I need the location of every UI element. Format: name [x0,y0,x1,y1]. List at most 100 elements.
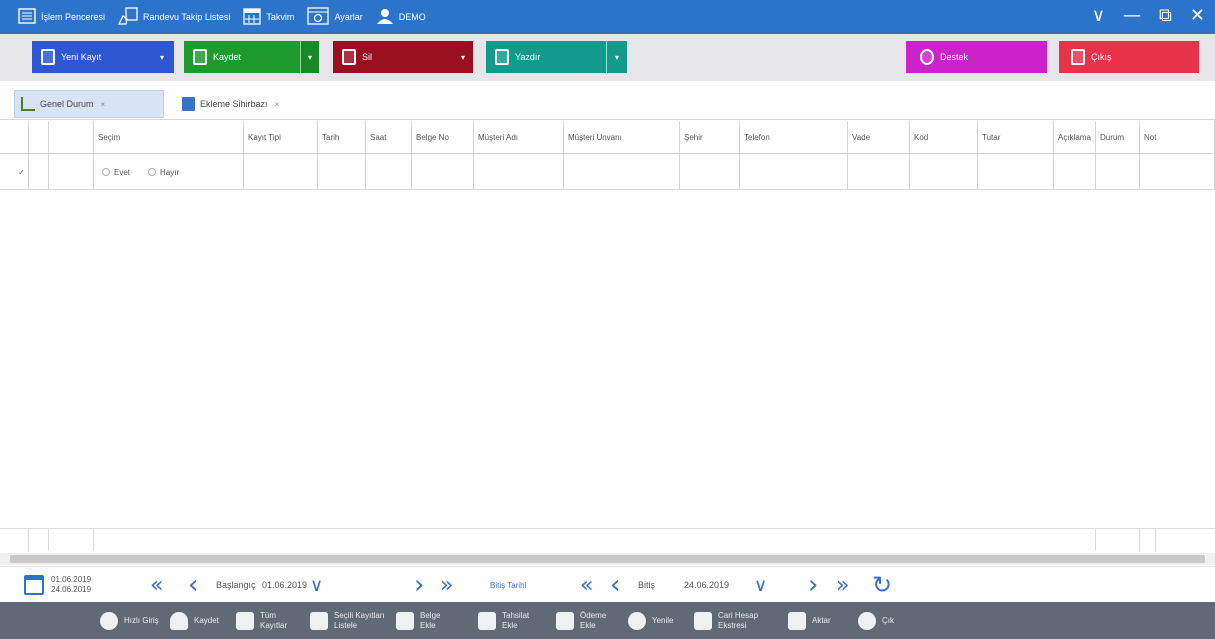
tab-genel-durum[interactable]: Genel Durum × [14,90,164,118]
column-header[interactable]: Seçim [94,121,244,154]
grid-cell[interactable] [564,154,680,190]
grid-cell[interactable] [680,154,740,190]
scrollbar-thumb[interactable] [10,555,1205,563]
date-range-text: 01.06.2019 24.06.2019 [51,575,91,595]
column-header[interactable]: Müşteri Unvanı [564,121,680,154]
bottom-action-transfer[interactable]: Aktar [788,602,831,639]
column-header[interactable]: Vade [848,121,910,154]
top-menu: İşlem Penceresi Randevu Takip Listesi Ta… [0,0,439,34]
chevron-down-icon[interactable]: ▾ [606,41,627,73]
bottom-action-quick-entry[interactable]: Hızlı Giriş [100,602,159,639]
print-button[interactable]: Yazdır ▾ [486,41,627,73]
close-icon[interactable]: ✕ [1190,5,1205,27]
clipboard-icon [478,611,496,630]
end-date-field[interactable]: 24.06.2019 [684,567,729,603]
grid-cell[interactable] [412,154,474,190]
refresh-icon[interactable]: ↻ [872,567,892,603]
add-document-icon [182,97,195,111]
menu-ayarlar[interactable]: Ayarlar [307,7,363,27]
bottom-action-list-selected[interactable]: Seçili Kayıtları Listele [310,602,385,639]
column-header[interactable]: Tutar [978,121,1054,154]
horizontal-scrollbar[interactable] [0,553,1215,565]
last-page-button[interactable]: » [440,567,453,603]
column-header[interactable]: Açıklama [1054,121,1096,154]
last-page-button[interactable]: » [836,567,849,603]
column-header[interactable]: Durum [1096,121,1140,154]
chevron-down-icon[interactable]: ▾ [300,41,319,73]
bottom-action-add-payment[interactable]: Ödeme Ekle [556,602,606,639]
column-header[interactable]: Belge No [412,121,474,154]
grid-cell[interactable] [1096,154,1140,190]
prev-button[interactable]: ‹ [610,567,620,603]
bottom-action-text: Cari Hesap Ekstresi [718,611,758,631]
tab-ekleme-sihirbazi[interactable]: Ekleme Sihirbazı × [176,90,331,118]
menu-user[interactable]: DEMO [376,8,426,26]
column-header[interactable]: Tarih [318,121,366,154]
column-header[interactable]: Müşteri Adı [474,121,564,154]
prev-button[interactable]: ‹ [188,567,198,603]
user-document-icon [694,611,712,630]
next-button[interactable]: › [808,567,818,603]
bottom-action-add-collection[interactable]: Tahsilat Ekle [478,602,529,639]
export-icon [193,49,207,65]
gears-icon [236,611,254,630]
bottom-action-save[interactable]: Kaydet [170,602,219,639]
grid-cell[interactable] [366,154,412,190]
close-tab-icon[interactable]: × [275,100,280,109]
radio-button[interactable] [148,168,157,176]
grid-cell[interactable] [740,154,848,190]
calendar-icon [243,7,262,27]
column-header[interactable]: Şehir [680,121,740,154]
title-bar: İşlem Penceresi Randevu Takip Listesi Ta… [0,0,1215,34]
chevron-down-icon[interactable]: ∨ [1092,5,1105,27]
row-select-cell[interactable] [29,154,49,190]
chevron-down-icon[interactable]: ∨ [754,567,767,603]
action-label-2: Ekle [420,620,436,630]
bottom-action-refresh[interactable]: Yenile [628,602,674,639]
close-tab-icon[interactable]: × [101,100,106,109]
grid-cell[interactable] [848,154,910,190]
column-header[interactable]: Kod [910,121,978,154]
bottom-action-add-document[interactable]: Belge Ekle [396,602,440,639]
support-button[interactable]: Destek [906,41,1047,73]
new-record-button[interactable]: Yeni Kayıt ▾ [32,41,174,73]
start-date-field[interactable]: 01.06.2019 [262,567,307,603]
menu-randevu-takip[interactable]: Randevu Takip Listesi [117,7,230,27]
next-button[interactable]: › [414,567,424,603]
bottom-action-exit[interactable]: Çık [858,602,894,639]
menu-takvim[interactable]: Takvim [243,7,294,27]
chevron-down-icon[interactable]: ▾ [453,41,473,73]
first-page-button[interactable]: « [580,567,593,603]
grid-cell[interactable] [474,154,564,190]
column-header[interactable]: Kayıt Tipi [244,121,318,154]
action-label-2: Kayıtlar [260,620,288,630]
delete-button[interactable]: Sil ▾ [333,41,473,73]
document-icon [41,49,55,65]
restore-icon[interactable]: ⧉ [1159,5,1172,27]
date-range-display[interactable]: 01.06.2019 24.06.2019 [24,567,91,603]
grid-cell[interactable] [978,154,1054,190]
minimize-icon[interactable]: — [1123,5,1141,27]
header-blank [49,121,94,154]
first-page-button[interactable]: « [150,567,163,603]
grid-cell[interactable] [244,154,318,190]
bottom-action-all-records[interactable]: Tüm Kayıtlar [236,602,287,639]
chevron-down-icon[interactable]: ∨ [310,567,323,603]
column-header[interactable]: Telefon [740,121,848,154]
grid-cell[interactable] [1140,154,1215,190]
radio-button[interactable] [102,168,110,176]
column-header[interactable]: Saat [366,121,412,154]
bottom-action-text: Aktar [812,616,831,626]
save-button[interactable]: Kaydet ▾ [184,41,319,73]
grid-cell[interactable] [1054,154,1096,190]
menu-islem-penceresi[interactable]: İşlem Penceresi [18,8,105,26]
column-header[interactable]: Not [1140,121,1215,154]
table-row[interactable]: ✓ Evet Hayır [0,154,1215,190]
grid-cell[interactable] [318,154,366,190]
exit-button[interactable]: Çıkış [1059,41,1199,73]
action-label-2: Ekstresi [718,620,747,630]
grid-cell[interactable] [910,154,978,190]
action-label: Belge [420,610,441,620]
bottom-action-account-statement[interactable]: Cari Hesap Ekstresi [694,602,758,639]
chevron-down-icon[interactable]: ▾ [152,41,172,73]
